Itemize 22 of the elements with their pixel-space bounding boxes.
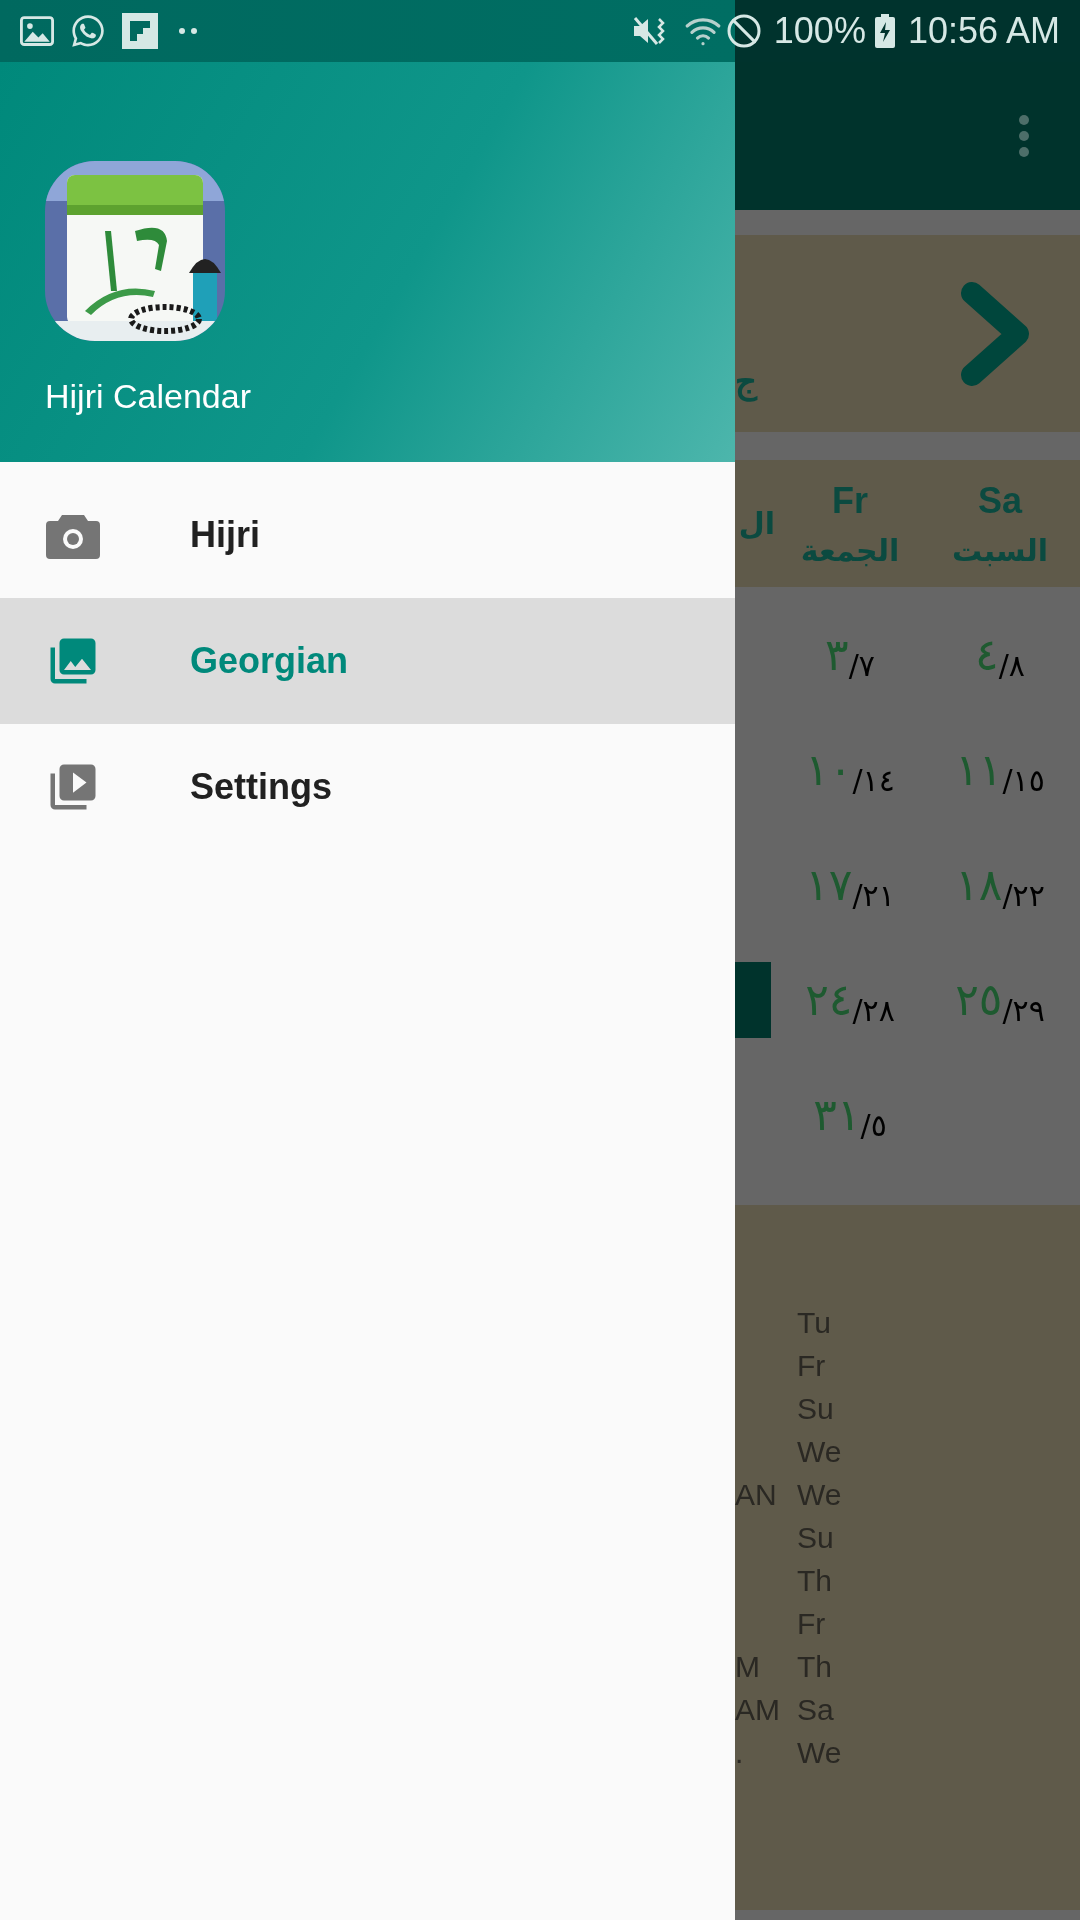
square-logo-icon	[122, 13, 158, 49]
weekday-arabic-label: السبت	[951, 532, 1049, 570]
weekday-label: Sa	[977, 479, 1022, 523]
month-title: ج	[735, 361, 757, 404]
overflow-menu-icon[interactable]	[1018, 114, 1030, 158]
clock-time: 10:56 AM	[907, 9, 1060, 53]
selected-day-cell[interactable]	[735, 961, 771, 1038]
weekday-label: Fr	[832, 479, 868, 523]
next-month-chevron-icon[interactable]	[960, 280, 1030, 387]
app-title: Hijri Calendar	[45, 376, 252, 417]
weekday-arabic-label: الجمعة	[800, 532, 900, 570]
more-dots-icon	[178, 27, 198, 35]
event-label: .	[735, 1735, 744, 1771]
chat-bubble-icon	[70, 13, 106, 49]
image-icon	[20, 16, 54, 46]
battery-charging-icon	[873, 14, 896, 48]
drawer-menu-item[interactable]: Georgian	[0, 598, 735, 724]
drawer-menu-item[interactable]: Settings	[0, 724, 735, 850]
drawer-menu-item[interactable]: Hijri	[0, 472, 735, 598]
battery-percent: 100%	[773, 9, 866, 53]
weekday-arabic-label: ال	[738, 505, 775, 543]
blocked-icon	[725, 13, 762, 49]
